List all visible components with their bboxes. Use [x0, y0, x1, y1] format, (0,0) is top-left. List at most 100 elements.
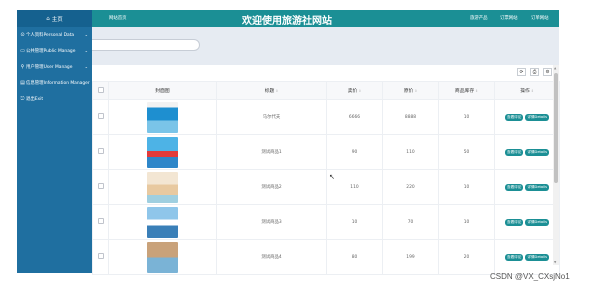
cell-original-price: 220	[382, 169, 439, 205]
sidebar-item-information-manager[interactable]: ▤ 信息管理Information Manager	[17, 75, 92, 91]
row-checkbox[interactable]	[97, 183, 104, 189]
sidebar-item-exit[interactable]: ⎋ 退出Exit	[17, 91, 92, 107]
header-original-price[interactable]: 原价⇕	[382, 81, 439, 100]
cell-price: 80	[326, 239, 383, 275]
sidebar-item-label: 用户管理User Manage	[26, 65, 73, 70]
cell-stock: 10	[438, 169, 495, 205]
nav-travel-products[interactable]: 旅游产品	[470, 15, 488, 21]
user-profile-icon: ⊙	[20, 32, 25, 38]
table-header-row: 封面图 标题⇕ 卖价⇕ 原价⇕ 商品库存⇕ 操作⇕	[92, 81, 560, 100]
table-row: 测试商品1 90 110 50 查看评论 详情Details	[92, 134, 560, 170]
header-cover: 封面图	[108, 81, 217, 100]
cover-image	[147, 206, 178, 238]
scrollbar-thumb[interactable]	[554, 73, 558, 183]
scroll-down-icon[interactable]: ▼	[554, 260, 556, 264]
row-checkbox[interactable]	[97, 148, 104, 154]
print-icon: ⎙	[532, 70, 537, 75]
header-price[interactable]: 卖价⇕	[326, 81, 383, 100]
vertical-scrollbar[interactable]: ▲ ▼	[553, 65, 559, 265]
header-select	[92, 81, 109, 100]
document-icon: ▤	[20, 80, 25, 86]
details-button[interactable]: 详情Details	[525, 148, 550, 156]
nav-ticket-site[interactable]: 订票网站	[500, 15, 518, 21]
header-title[interactable]: 标题⇕	[216, 81, 327, 100]
row-checkbox[interactable]	[97, 253, 104, 259]
cell-original-price: 8888	[382, 99, 439, 135]
settings-button[interactable]: ⚙	[543, 68, 552, 76]
cell-price: 10	[326, 204, 383, 240]
details-button[interactable]: 详情Details	[525, 253, 550, 261]
cell-stock: 10	[438, 99, 495, 135]
product-table: 封面图 标题⇕ 卖价⇕ 原价⇕ 商品库存⇕ 操作⇕ 马尔代夫 6666 8888…	[92, 81, 560, 275]
watermark: CSDN @VX_CXsjNo1	[490, 272, 570, 281]
nav-home-link[interactable]: 网站首页	[109, 15, 127, 21]
details-button[interactable]: 详情Details	[525, 218, 550, 226]
cell-price: 6666	[326, 99, 383, 135]
sort-icon: ⇕	[414, 89, 418, 93]
app-window: ⌂ 主页 ⊙ 个人资料Personal Data ⌄ ▭ 公共管理Public …	[0, 0, 598, 289]
table-row: 马尔代夫 6666 8888 10 查看评论 详情Details	[92, 99, 560, 135]
sidebar-item-personal-data[interactable]: ⊙ 个人资料Personal Data ⌄	[17, 27, 92, 43]
select-all-checkbox[interactable]	[97, 86, 104, 93]
sort-icon: ⇕	[530, 89, 534, 93]
sidebar-home[interactable]: ⌂ 主页	[17, 10, 92, 27]
cell-stock: 10	[438, 204, 495, 240]
table-row: 测试商品2 110 220 10 查看评论 详情Details	[92, 169, 560, 205]
cell-original-price: 70	[382, 204, 439, 240]
row-checkbox[interactable]	[97, 113, 104, 119]
search-input[interactable]	[92, 39, 200, 51]
cover-image	[147, 136, 178, 168]
sidebar-item-user-manage[interactable]: ⚲ 用户管理User Manage ⌄	[17, 59, 92, 75]
nav-order-site[interactable]: 订单网站	[531, 15, 549, 21]
chevron-down-icon: ⌄	[84, 48, 88, 53]
cell-stock: 20	[438, 239, 495, 275]
top-navbar: 网站首页 欢迎使用旅游社网站 旅游产品 订票网站 订单网站	[92, 10, 559, 27]
cell-title: 测试商品3	[216, 204, 327, 240]
cover-image	[147, 101, 178, 133]
table-row: 测试商品3 10 70 10 查看评论 详情Details	[92, 204, 560, 240]
refresh-icon: ⟳	[519, 69, 524, 75]
header-actions: 操作⇕	[494, 81, 560, 100]
cell-price: 110	[326, 169, 383, 205]
cell-original-price: 110	[382, 134, 439, 170]
monitor-icon: ▭	[20, 48, 25, 54]
table-row: 测试商品4 80 199 20 查看评论 详情Details	[92, 239, 560, 275]
cell-stock: 50	[438, 134, 495, 170]
exit-icon: ⎋	[20, 96, 25, 102]
cell-title: 测试商品4	[216, 239, 327, 275]
view-comments-button[interactable]: 查看评论	[504, 113, 524, 121]
sidebar-item-public-manage[interactable]: ▭ 公共管理Public Manage ⌄	[17, 43, 92, 59]
home-icon: ⌂	[46, 15, 50, 22]
details-button[interactable]: 详情Details	[525, 183, 550, 191]
cover-image	[147, 171, 178, 203]
print-button[interactable]: ⎙	[530, 68, 539, 76]
page-title: 欢迎使用旅游社网站	[242, 16, 332, 27]
view-comments-button[interactable]: 查看评论	[504, 148, 524, 156]
mouse-cursor-icon: ↖	[329, 173, 335, 181]
view-comments-button[interactable]: 查看评论	[504, 253, 524, 261]
cell-price: 90	[326, 134, 383, 170]
gear-icon: ⚙	[545, 69, 550, 75]
cell-title: 测试商品1	[216, 134, 327, 170]
header-stock[interactable]: 商品库存⇕	[438, 81, 495, 100]
sidebar: ⌂ 主页 ⊙ 个人资料Personal Data ⌄ ▭ 公共管理Public …	[17, 10, 92, 273]
details-button[interactable]: 详情Details	[525, 113, 550, 121]
view-comments-button[interactable]: 查看评论	[504, 183, 524, 191]
sidebar-item-label: 信息管理Information Manager	[26, 81, 90, 86]
row-checkbox[interactable]	[97, 218, 104, 224]
cell-original-price: 199	[382, 239, 439, 275]
view-comments-button[interactable]: 查看评论	[504, 218, 524, 226]
user-icon: ⚲	[20, 64, 25, 70]
sidebar-home-label: 主页	[51, 16, 63, 23]
sidebar-item-label: 退出Exit	[26, 97, 44, 102]
sidebar-item-label: 个人资料Personal Data	[26, 33, 75, 38]
main-content: ⟳ ⎙ ⚙ 封面图 标题⇕ 卖价⇕ 原价⇕ 商品库存⇕ 操作⇕ 马尔代夫 666…	[92, 65, 560, 275]
cell-title: 马尔代夫	[216, 99, 327, 135]
cell-title: 测试商品2	[216, 169, 327, 205]
sort-icon: ⇕	[475, 89, 479, 93]
search-area	[92, 27, 559, 65]
sidebar-item-label: 公共管理Public Manage	[26, 49, 76, 54]
refresh-button[interactable]: ⟳	[517, 68, 526, 76]
scroll-up-icon[interactable]: ▲	[554, 66, 556, 70]
sort-icon: ⇕	[358, 89, 362, 93]
